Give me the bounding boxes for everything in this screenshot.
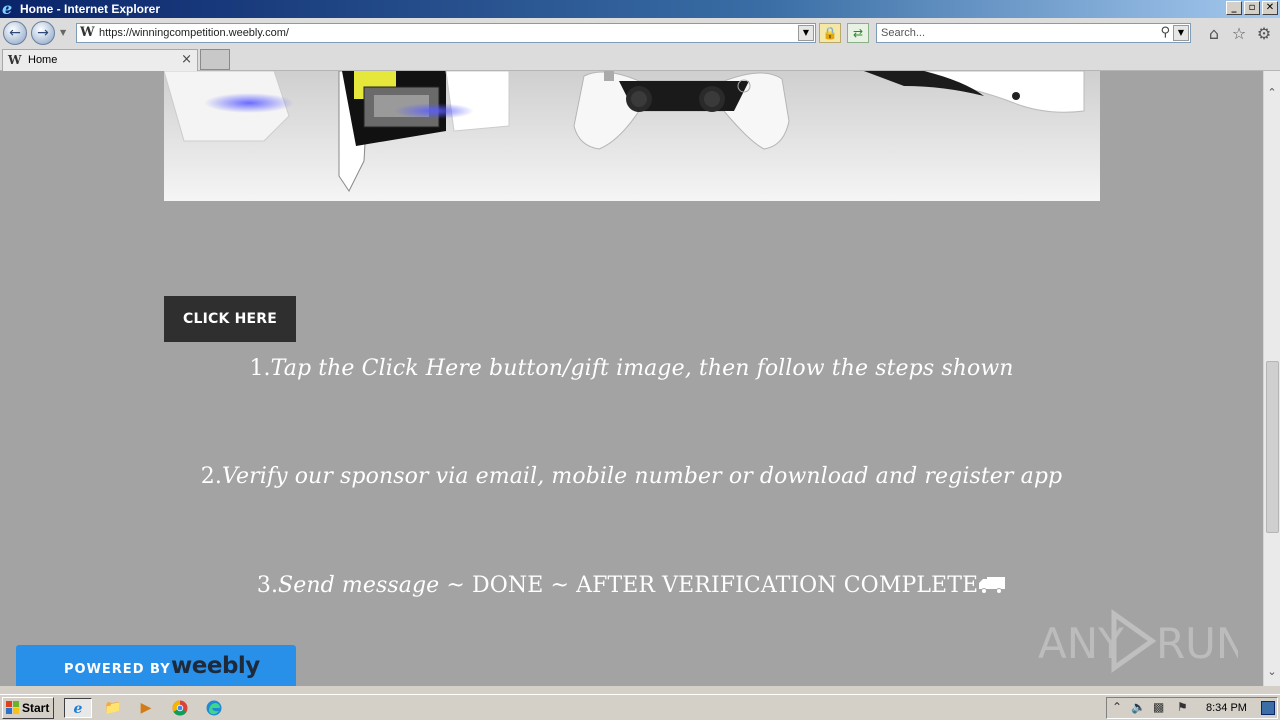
step-1-text: Tap the Click Here button/gift image, th… xyxy=(270,356,1014,381)
tab-favicon-icon: W xyxy=(8,53,22,67)
step-2-text: Verify our sponsor via email, mobile num… xyxy=(222,464,1063,489)
taskbar-edge-icon[interactable] xyxy=(200,698,228,718)
step-1-number: 1. xyxy=(249,356,271,381)
compatibility-refresh-icon[interactable]: ⇄ xyxy=(847,23,869,43)
step-3-rest-text: ~ DONE ~ AFTER VERIFICATION COMPLETE xyxy=(439,573,979,598)
new-tab-button[interactable] xyxy=(200,49,230,70)
search-icon[interactable]: ⚲ xyxy=(1160,25,1170,40)
status-bar xyxy=(0,686,1280,694)
action-center-flag-icon[interactable]: ⚑ xyxy=(1177,700,1188,714)
click-here-button[interactable]: CLICK HERE xyxy=(164,296,296,342)
back-arrow-icon: ← xyxy=(9,25,21,41)
address-dropdown-button[interactable]: ▼ xyxy=(798,25,814,41)
clock[interactable]: 8:34 PM xyxy=(1206,702,1247,714)
navigation-bar: ← → ▼ W https://winningcompetition.weebl… xyxy=(0,18,1280,48)
taskbar-media-player-icon[interactable]: ▶ xyxy=(132,698,160,718)
search-box[interactable]: Search... ⚲ ▼ xyxy=(876,23,1191,43)
step-3: 3.Send message ~ DONE ~ AFTER VERIFICATI… xyxy=(0,573,1263,598)
step-1: 1.Tap the Click Here button/gift image, … xyxy=(0,356,1263,381)
address-bar[interactable]: W https://winningcompetition.weebly.com/… xyxy=(76,23,816,43)
close-button[interactable]: ✕ xyxy=(1262,1,1278,15)
minimize-button[interactable]: _ xyxy=(1226,1,1242,15)
page-viewport: CLICK HERE 1.Tap the Click Here button/g… xyxy=(0,71,1263,686)
volume-icon[interactable]: 🔈 xyxy=(1131,700,1146,714)
system-tray: ⌃ 🔈 ▩ ⚑ 8:34 PM xyxy=(1106,697,1278,719)
search-placeholder[interactable]: Search... xyxy=(881,27,925,39)
search-dropdown-button[interactable]: ▼ xyxy=(1173,25,1189,41)
console-product-image xyxy=(164,71,1100,201)
restore-button[interactable]: ▫ xyxy=(1244,1,1260,15)
tab-home[interactable]: W Home × xyxy=(2,49,198,71)
anyrun-watermark-logo: ANY RUN xyxy=(1038,609,1238,673)
internet-explorer-icon: e xyxy=(2,0,13,18)
window-title: Home - Internet Explorer xyxy=(20,2,161,16)
scrollbar-thumb[interactable] xyxy=(1266,361,1279,533)
forward-button[interactable]: → xyxy=(31,21,55,45)
vertical-scrollbar[interactable]: ⌃ ⌄ xyxy=(1263,71,1280,686)
site-favicon-icon: W xyxy=(80,25,95,40)
weebly-logo: weebly xyxy=(171,653,260,679)
address-url[interactable]: https://winningcompetition.weebly.com/ xyxy=(99,27,289,39)
step-2-number: 2. xyxy=(200,464,222,489)
tab-close-icon[interactable]: × xyxy=(181,52,192,67)
chrome-icon xyxy=(172,700,188,716)
tab-label[interactable]: Home xyxy=(28,54,57,66)
history-dropdown-icon[interactable]: ▼ xyxy=(60,28,70,38)
taskbar: Start e 📁 ▶ ⌃ 🔈 ▩ ⚑ 8:34 PM xyxy=(0,694,1280,720)
back-button[interactable]: ← xyxy=(3,21,27,45)
watermark-left-text: ANY xyxy=(1038,619,1124,668)
home-icon[interactable]: ⌂ xyxy=(1204,24,1224,44)
step-3-number: 3. xyxy=(256,573,279,598)
tab-bar: W Home × xyxy=(0,48,1280,71)
edge-icon xyxy=(206,700,222,716)
start-button[interactable]: Start xyxy=(2,697,54,719)
scroll-up-arrow-icon[interactable]: ⌃ xyxy=(1264,84,1280,101)
window-title-bar: e Home - Internet Explorer _ ▫ ✕ xyxy=(0,0,1280,18)
watermark-right-text: RUN xyxy=(1156,619,1238,668)
forward-arrow-icon: → xyxy=(37,25,49,41)
taskbar-internet-explorer-icon[interactable]: e xyxy=(64,698,92,718)
taskbar-folder-icon[interactable]: 📁 xyxy=(99,698,127,718)
lock-icon[interactable]: 🔒 xyxy=(819,23,841,43)
powered-by-weebly-banner[interactable]: POWERED BY weebly xyxy=(16,645,296,686)
tray-expand-icon[interactable]: ⌃ xyxy=(1112,700,1122,714)
show-desktop-icon[interactable] xyxy=(1261,701,1275,715)
hero-image[interactable] xyxy=(164,71,1100,201)
window-controls: _ ▫ ✕ xyxy=(1226,1,1278,15)
network-icon[interactable]: ▩ xyxy=(1153,700,1164,714)
step-3-italic-text: Send message xyxy=(278,573,440,598)
scroll-down-arrow-icon[interactable]: ⌄ xyxy=(1264,663,1280,680)
star-icon[interactable]: ☆ xyxy=(1229,24,1249,44)
truck-icon xyxy=(979,577,1006,594)
start-label: Start xyxy=(22,701,50,715)
gear-icon[interactable]: ⚙ xyxy=(1254,24,1274,44)
taskbar-chrome-icon[interactable] xyxy=(166,698,194,718)
step-2: 2.Verify our sponsor via email, mobile n… xyxy=(0,464,1263,489)
windows-logo-icon xyxy=(6,701,19,714)
powered-by-label: POWERED BY xyxy=(64,662,171,677)
